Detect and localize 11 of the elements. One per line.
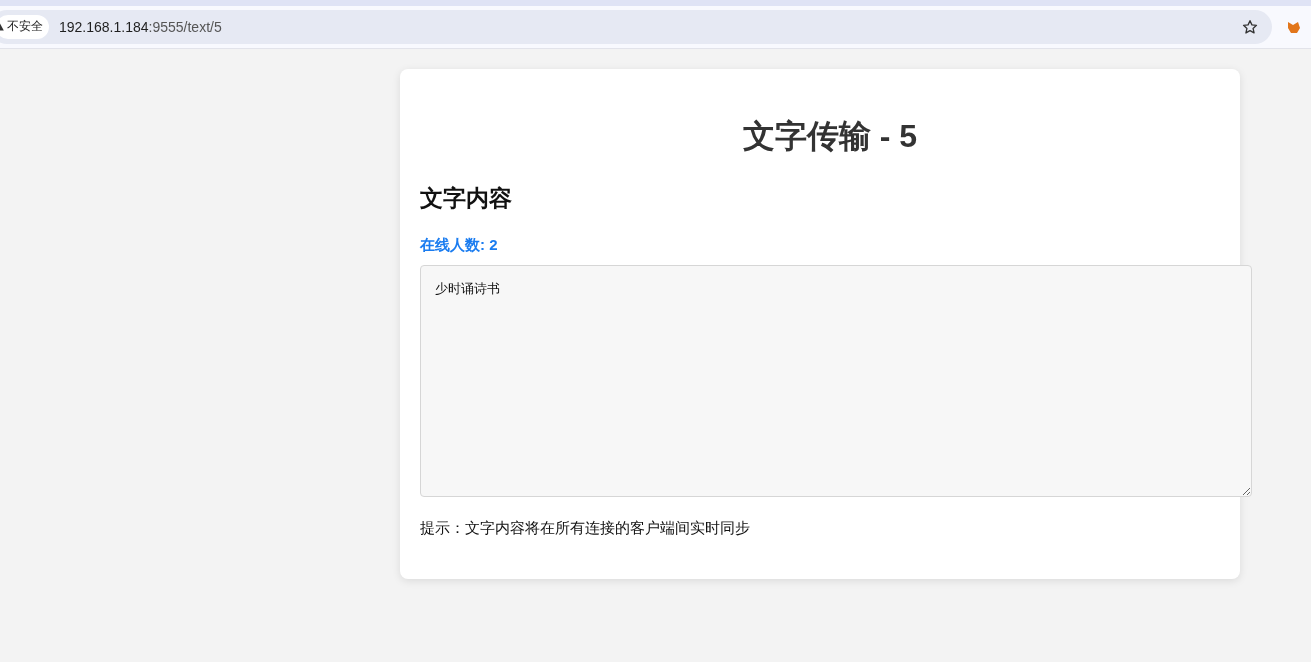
security-chip[interactable]: 不安全: [0, 14, 49, 39]
bookmark-star-icon[interactable]: [1242, 18, 1258, 35]
online-count: 在线人数: 2: [420, 236, 498, 255]
section-heading: 文字内容: [420, 184, 512, 213]
url-text: 192.168.1.184:9555/text/5: [59, 18, 223, 35]
security-label: 不安全: [7, 18, 43, 35]
page-title: 文字传输 - 5: [741, 117, 918, 156]
hint-text: 提示：文字内容将在所有连接的客户端间实时同步: [420, 519, 750, 538]
text-area[interactable]: 少时诵诗书: [420, 265, 1252, 497]
extension-icon[interactable]: [1288, 19, 1300, 34]
address-bar[interactable]: 不安全 192.168.1.184:9555/text/5: [0, 9, 1272, 44]
